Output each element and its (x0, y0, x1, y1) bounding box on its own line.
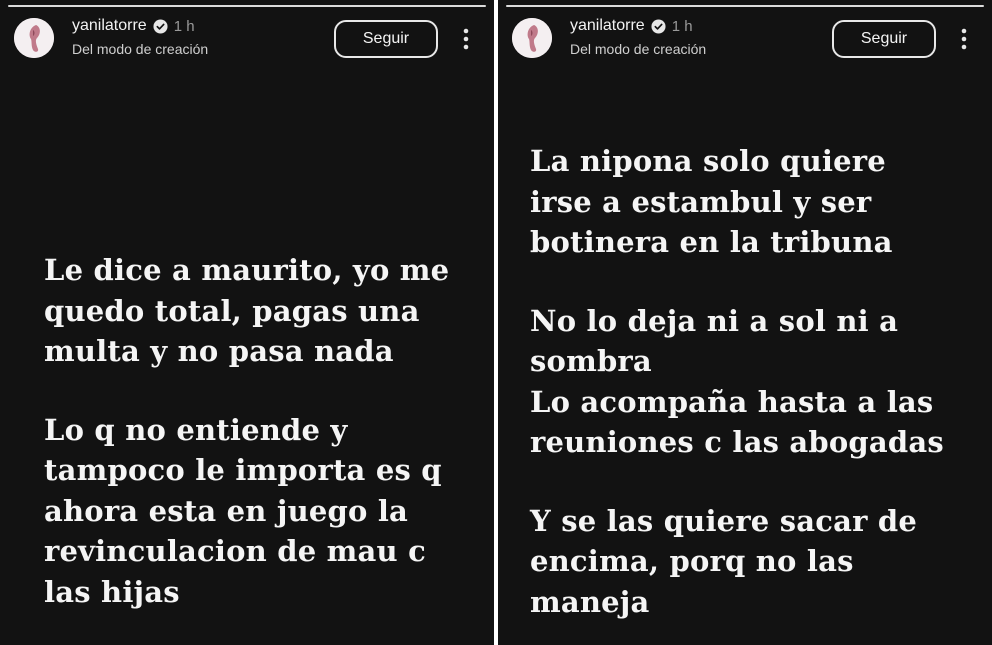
verified-badge-icon (153, 18, 168, 34)
story-meta-line: yanilatorre 1 h (72, 16, 208, 36)
creation-mode-label: Del modo de creación (72, 41, 209, 57)
post-time: 1 h (173, 17, 195, 35)
username[interactable]: yanilatorre (570, 17, 645, 35)
story-progress-bar (506, 5, 984, 7)
verified-badge-icon (651, 18, 666, 34)
profile-avatar[interactable] (14, 18, 54, 58)
story-progress-bar (8, 5, 486, 7)
story-text: Le dice a maurito, yo me quedo total, pa… (44, 250, 474, 612)
story-paragraph: No lo deja ni a sol ni a sombra (530, 303, 899, 379)
story-meta-line: yanilatorre 1 h (570, 16, 706, 36)
story-paragraph: Y se las quiere sacar de encima, porq no… (530, 503, 918, 619)
username[interactable]: yanilatorre (72, 17, 147, 35)
profile-avatar[interactable] (512, 18, 552, 58)
story-paragraph: Lo acompaña hasta a las reuniones c las … (530, 384, 944, 460)
post-time: 1 h (671, 17, 693, 35)
follow-button[interactable]: Seguir (334, 20, 438, 58)
story-meta: yanilatorre 1 h Del modo de creación (72, 16, 208, 57)
creation-mode-label: Del modo de creación (570, 41, 707, 57)
story-header: yanilatorre 1 h Del modo de creación Seg… (512, 16, 978, 60)
story-meta: yanilatorre 1 h Del modo de creación (570, 16, 706, 57)
story-panel-right: yanilatorre 1 h Del modo de creación Seg… (498, 0, 992, 645)
story-paragraph: Lo q no entiende y tampoco le importa es… (44, 412, 442, 609)
follow-button[interactable]: Seguir (832, 20, 936, 58)
story-paragraph: Le dice a maurito, yo me quedo total, pa… (44, 253, 450, 368)
story-panel-left: yanilatorre 1 h Del modo de creación Seg… (0, 0, 494, 645)
story-comparison: yanilatorre 1 h Del modo de creación Seg… (0, 0, 992, 645)
story-text: La nipona solo quiere irse a estambul y … (530, 141, 972, 622)
more-options-icon[interactable] (458, 24, 474, 54)
story-header: yanilatorre 1 h Del modo de creación Seg… (14, 16, 480, 60)
story-paragraph: La nipona solo quiere irse a estambul y … (530, 144, 893, 259)
more-options-icon[interactable] (956, 24, 972, 54)
